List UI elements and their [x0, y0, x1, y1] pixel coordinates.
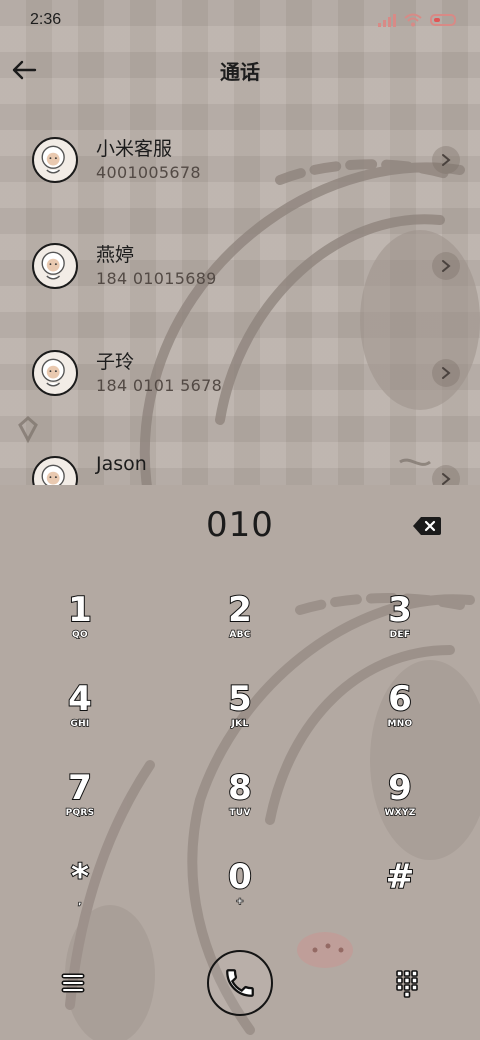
dial-panel: 010 1 QO 2 ABC 3 DEF 4 GHI 5 JKL 6 MNO 7…: [0, 485, 480, 1040]
status-icons: [378, 13, 456, 27]
key-7[interactable]: 7 PQRS: [20, 767, 140, 848]
keypad-toggle-button[interactable]: [392, 968, 422, 998]
contact-name: 子玲: [96, 351, 135, 373]
key-star[interactable]: * ,: [20, 856, 140, 937]
header: 通话: [0, 42, 480, 98]
key-digit: #: [385, 856, 416, 898]
dialed-number: 010: [206, 505, 274, 545]
key-letters: JKL: [231, 718, 249, 729]
key-letters: MNO: [387, 718, 413, 729]
backspace-button[interactable]: [412, 515, 442, 537]
contact-item[interactable]: 小米客服 4001005678: [0, 110, 480, 210]
contact-detail-button[interactable]: [432, 465, 460, 485]
key-9[interactable]: 9 WXYZ: [340, 767, 460, 848]
phone-icon: [226, 969, 254, 997]
key-digit: 2: [227, 589, 253, 631]
key-digit: 4: [67, 678, 93, 720]
key-letters: ABC: [229, 629, 251, 640]
contact-detail-button[interactable]: [432, 146, 460, 174]
key-digit: 5: [227, 678, 253, 720]
page-title: 通话: [220, 60, 260, 84]
contact-name: 燕婷: [96, 244, 135, 266]
dialer-actions: [0, 950, 480, 1020]
key-letters: WXYZ: [384, 807, 416, 818]
contact-list: 小米客服 4001005678 燕婷 184 01015689 子玲 184 0…: [0, 110, 480, 485]
backspace-icon: [413, 517, 441, 535]
key-2[interactable]: 2 ABC: [180, 589, 300, 670]
key-4[interactable]: 4 GHI: [20, 678, 140, 759]
key-letters: PQRS: [65, 807, 95, 818]
wifi-icon: [404, 13, 422, 27]
key-hash[interactable]: #: [340, 856, 460, 937]
contact-detail-button[interactable]: [432, 359, 460, 387]
status-bar: 2:36: [0, 0, 480, 42]
key-digit: 8: [227, 767, 253, 809]
call-button[interactable]: [207, 950, 273, 1016]
key-digit: 3: [387, 589, 413, 631]
avatar: [32, 350, 78, 396]
contact-item[interactable]: 子玲 184 0101 5678: [0, 323, 480, 423]
signal-icon: [378, 13, 396, 27]
key-5[interactable]: 5 JKL: [180, 678, 300, 759]
chevron-right-icon: [442, 260, 451, 272]
key-3[interactable]: 3 DEF: [340, 589, 460, 670]
contact-item[interactable]: Jason: [0, 429, 480, 485]
key-letters: ,: [77, 896, 82, 907]
battery-icon: [430, 14, 456, 26]
key-digit: 7: [67, 767, 93, 809]
contact-name: Jason: [96, 453, 147, 475]
menu-icon: [61, 973, 85, 993]
key-0[interactable]: 0 +: [180, 856, 300, 937]
key-letters: +: [235, 896, 244, 907]
contact-item[interactable]: 燕婷 184 01015689: [0, 216, 480, 316]
avatar: [32, 137, 78, 183]
key-letters: TUV: [229, 807, 251, 818]
chevron-right-icon: [442, 473, 451, 485]
chevron-right-icon: [442, 367, 451, 379]
key-6[interactable]: 6 MNO: [340, 678, 460, 759]
key-digit: 0: [227, 856, 253, 898]
key-1[interactable]: 1 QO: [20, 589, 140, 670]
chevron-right-icon: [442, 154, 451, 166]
status-time: 2:36: [30, 11, 62, 28]
dialpad-icon: [396, 970, 418, 998]
contact-name: 小米客服: [96, 138, 173, 160]
key-letters: QO: [71, 629, 88, 640]
key-8[interactable]: 8 TUV: [180, 767, 300, 848]
menu-button[interactable]: [58, 968, 88, 998]
contact-number: 4001005678: [96, 163, 201, 182]
key-letters: DEF: [389, 629, 411, 640]
key-digit: 6: [387, 678, 413, 720]
contact-number: 184 01015689: [96, 269, 217, 288]
avatar: [32, 456, 78, 485]
key-digit: *: [70, 856, 90, 898]
key-letters: GHI: [70, 718, 90, 729]
contact-detail-button[interactable]: [432, 252, 460, 280]
avatar: [32, 243, 78, 289]
key-digit: 9: [387, 767, 413, 809]
contact-number: 184 0101 5678: [96, 376, 223, 395]
key-digit: 1: [67, 589, 93, 631]
